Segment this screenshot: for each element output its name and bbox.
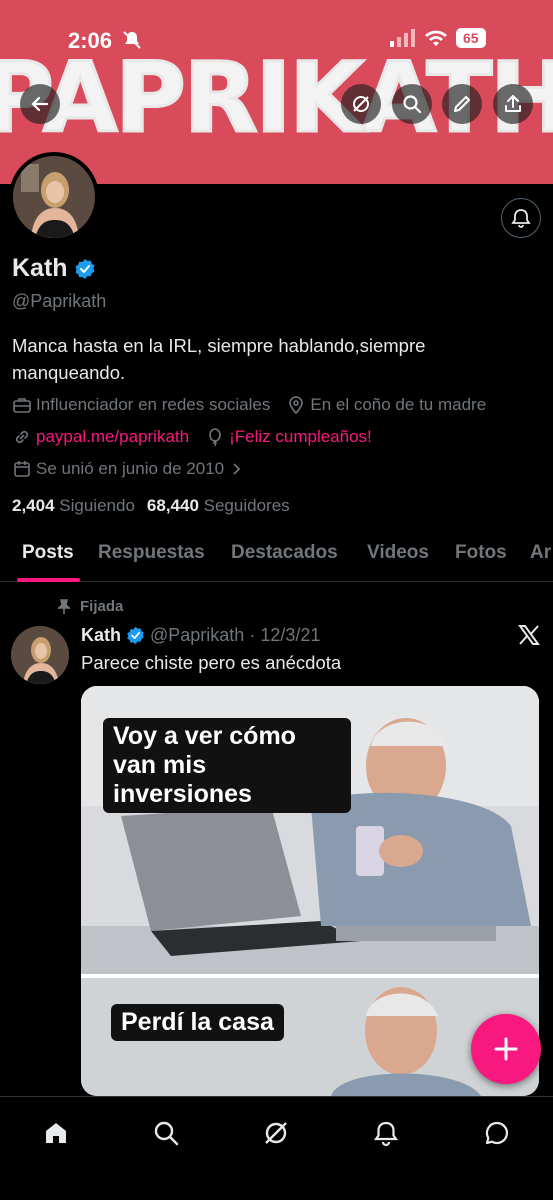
- verified-badge-icon: [75, 258, 95, 279]
- post-avatar-photo: [11, 626, 69, 684]
- category-text: Influenciador en redes sociales: [36, 395, 271, 414]
- share-icon: [505, 95, 521, 112]
- verified-badge-icon: [127, 626, 144, 645]
- chat-bubble-icon: [485, 1121, 509, 1145]
- calendar-icon: [14, 461, 30, 477]
- pencil-icon: [454, 96, 470, 112]
- location-text: En el coño de tu madre: [310, 395, 487, 414]
- nav-notifications[interactable]: [364, 1111, 408, 1155]
- search-icon: [403, 95, 422, 114]
- post-header: Kath @Paprikath · 12/3/21: [81, 625, 320, 646]
- chevron-right-icon: [233, 463, 241, 475]
- website-link[interactable]: paypal.me/paprikath: [36, 427, 189, 447]
- followers-label: Seguidores: [203, 496, 290, 515]
- compose-post-button[interactable]: [471, 1014, 541, 1084]
- nav-search[interactable]: [144, 1111, 188, 1155]
- back-button[interactable]: [20, 84, 60, 124]
- status-time: 2:06: [68, 28, 113, 53]
- search-button[interactable]: [392, 84, 432, 124]
- meme-caption-bottom: Perdí la casa: [111, 1004, 284, 1041]
- edit-button[interactable]: [442, 84, 482, 124]
- tab-articles[interactable]: Ar: [530, 542, 551, 564]
- location-pin-icon: [289, 396, 304, 415]
- followers-link[interactable]: 68,440 Seguidores: [147, 496, 290, 516]
- birthday-item: ¡Feliz cumpleaños!: [205, 427, 372, 447]
- home-icon: [46, 1123, 66, 1143]
- profile-name-row: Kath: [12, 254, 96, 283]
- profile-avatar[interactable]: [9, 152, 99, 242]
- avatar-photo: [13, 156, 95, 238]
- meme-caption-top: Voy a ver cómo van mis inversiones: [103, 718, 351, 813]
- category-item: Influenciador en redes sociales: [12, 395, 270, 415]
- balloon-icon: [209, 428, 221, 447]
- bell-icon: [373, 1121, 399, 1147]
- notifications-toggle-button[interactable]: [501, 198, 541, 238]
- post-date[interactable]: · 12/3/21: [249, 625, 320, 646]
- location-item: En el coño de tu madre: [286, 395, 486, 415]
- tab-highlights[interactable]: Destacados: [231, 542, 338, 564]
- profile-meta-row-2: paypal.me/paprikath ¡Feliz cumpleaños!: [12, 427, 388, 447]
- link-icon: [15, 430, 29, 444]
- post-text: Parece chiste pero es anécdota: [81, 652, 342, 673]
- followers-count: 68,440: [146, 496, 199, 515]
- post-media-image[interactable]: Voy a ver cómo van mis inversiones Perdí…: [81, 686, 539, 1096]
- profile-handle: @Paprikath: [12, 291, 107, 311]
- joined-item[interactable]: Se unió en junio de 2010: [12, 459, 244, 479]
- tab-photos[interactable]: Fotos: [455, 542, 507, 564]
- tab-videos[interactable]: Videos: [367, 542, 429, 564]
- birthday-text: ¡Feliz cumpleaños!: [229, 427, 372, 446]
- briefcase-icon: [13, 398, 31, 413]
- pinned-label: Fijada: [80, 598, 124, 615]
- share-button[interactable]: [493, 84, 533, 124]
- profile-meta-row-1: Influenciador en redes sociales En el co…: [12, 395, 502, 415]
- status-bar: 2:06 65: [0, 0, 553, 56]
- status-icons: 65: [390, 28, 486, 48]
- x-logo-icon: [518, 625, 540, 645]
- following-label: Siguiendo: [59, 496, 135, 515]
- following-link[interactable]: 2,404 Siguiendo: [12, 496, 135, 516]
- joined-text: Se unió en junio de 2010: [36, 459, 225, 478]
- post-author-handle[interactable]: @Paprikath: [150, 625, 244, 646]
- bell-plus-icon: [511, 209, 531, 228]
- following-count: 2,404: [12, 496, 55, 515]
- active-tab-indicator: [17, 578, 80, 582]
- arrow-left-icon: [31, 96, 49, 112]
- profile-bio: Manca hasta en la IRL, siempre hablando,…: [12, 335, 426, 383]
- profile-name: Kath: [12, 254, 68, 282]
- post-author-name[interactable]: Kath: [81, 625, 121, 646]
- pin-icon: [57, 598, 71, 614]
- grok-icon: [265, 1122, 287, 1144]
- battery-indicator: 65: [456, 28, 486, 48]
- profile-tabs: Posts Respuestas Destacados Videos Fotos…: [0, 530, 553, 582]
- tab-replies[interactable]: Respuestas: [98, 542, 205, 564]
- nav-home[interactable]: [34, 1111, 78, 1155]
- signal-icon: [390, 29, 415, 47]
- website-item[interactable]: paypal.me/paprikath: [12, 427, 189, 447]
- pinned-indicator: Fijada: [56, 598, 123, 615]
- post-avatar[interactable]: [11, 626, 69, 684]
- plus-icon: [494, 1037, 518, 1061]
- tab-posts[interactable]: Posts: [22, 542, 74, 564]
- profile-meta-row-3[interactable]: Se unió en junio de 2010: [12, 459, 260, 479]
- wifi-icon: [425, 30, 447, 46]
- mute-icon: [122, 30, 142, 55]
- nav-messages[interactable]: [475, 1111, 519, 1155]
- grok-button[interactable]: [341, 84, 381, 124]
- bottom-navigation: [0, 1096, 553, 1200]
- follow-stats: 2,404 Siguiendo 68,440 Seguidores: [12, 496, 290, 516]
- grok-icon: [353, 96, 369, 112]
- search-icon: [154, 1121, 179, 1146]
- nav-grok[interactable]: [254, 1111, 298, 1155]
